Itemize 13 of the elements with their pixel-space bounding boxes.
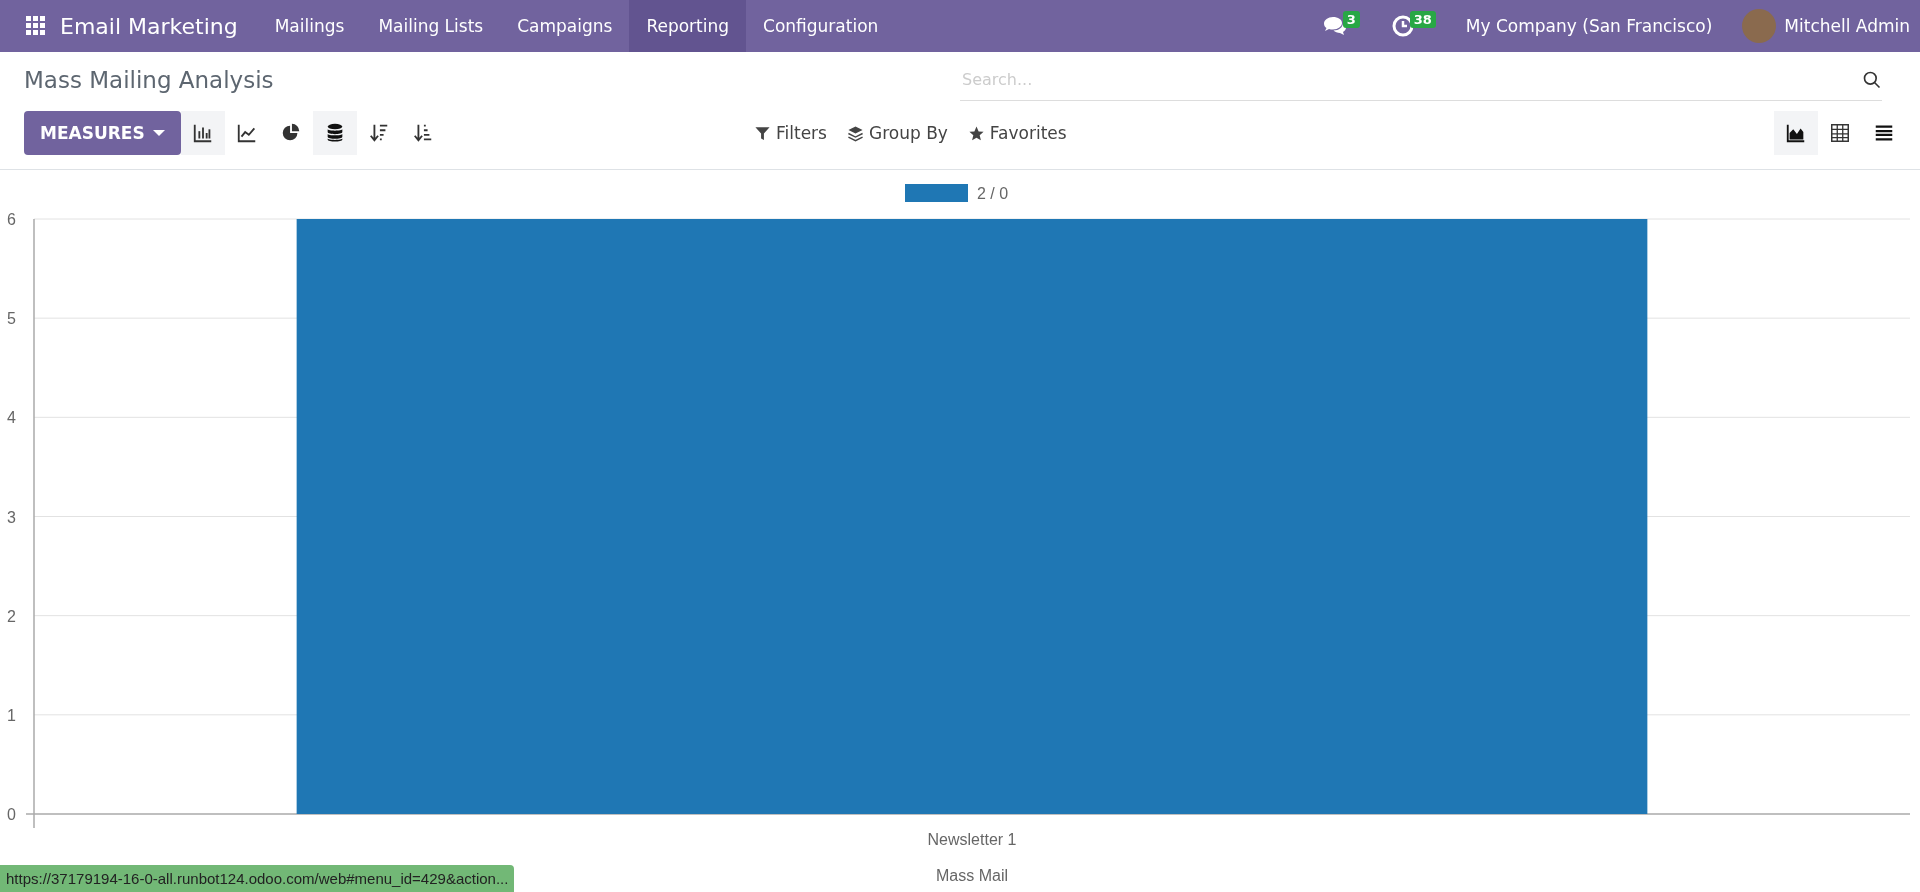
- y-tick-label: 2: [7, 607, 16, 625]
- y-tick-label: 6: [7, 211, 16, 228]
- y-tick-label: 4: [7, 409, 16, 427]
- message-count-badge: 3: [1342, 10, 1360, 28]
- page-title: Mass Mailing Analysis: [24, 67, 275, 93]
- y-tick-label: 0: [7, 806, 16, 823]
- y-tick-label: 5: [7, 310, 16, 328]
- x-category-label: Newsletter 1: [927, 831, 1017, 848]
- y-tick-label: 3: [7, 508, 16, 526]
- link-url-tooltip: https://37179194-16-0-all.runbot124.odoo.com/web#menu_id=429&action...: [0, 865, 515, 892]
- activity-count-badge: 38: [1409, 10, 1436, 28]
- y-tick-label: 1: [7, 706, 16, 724]
- x-axis-title: Mass Mail: [936, 867, 1008, 884]
